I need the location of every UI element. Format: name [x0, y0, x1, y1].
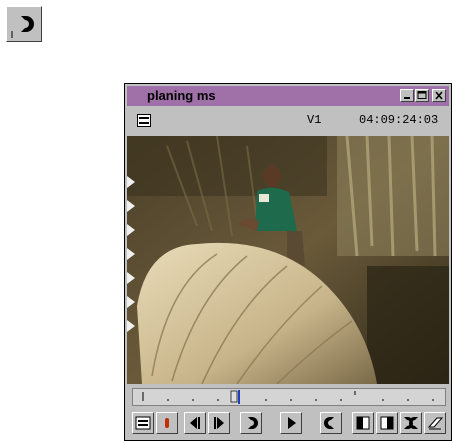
timeline-scrubber[interactable] — [132, 388, 446, 406]
video-image — [127, 136, 449, 384]
video-frame — [127, 136, 449, 384]
window-title: planing ms — [147, 88, 216, 103]
mark-in-button[interactable] — [240, 412, 262, 434]
go-to-out-button[interactable] — [376, 412, 398, 434]
mark-out-icon — [11, 16, 34, 38]
go-to-out-icon — [380, 416, 394, 430]
step-back-button[interactable] — [184, 412, 206, 434]
composer-window: planing ms V1 04:09:24:03 — [124, 83, 452, 441]
play-icon — [288, 417, 296, 429]
step-forward-button[interactable] — [208, 412, 230, 434]
mark-out-button-2[interactable] — [320, 412, 342, 434]
timeline-ruler — [142, 390, 434, 404]
mark-out-button[interactable] — [6, 6, 42, 42]
step-back-icon — [190, 417, 200, 429]
maximize-button[interactable] — [415, 89, 429, 102]
track-label: V1 — [307, 113, 322, 127]
menu-button[interactable] — [132, 412, 154, 434]
info-bar: V1 04:09:24:03 — [127, 106, 449, 136]
transport-controls — [132, 412, 448, 438]
minimize-icon — [404, 97, 410, 99]
step-forward-icon — [214, 417, 224, 429]
title-bar[interactable]: planing ms — [127, 86, 449, 106]
close-icon — [435, 91, 443, 100]
go-to-in-icon — [356, 416, 370, 430]
mark-out-icon — [324, 417, 334, 429]
eraser-button[interactable] — [424, 412, 446, 434]
minimize-button[interactable] — [400, 89, 414, 102]
go-to-in-button[interactable] — [352, 412, 374, 434]
menu-icon — [135, 416, 151, 430]
menu-icon[interactable] — [137, 114, 151, 127]
play-button[interactable] — [280, 412, 302, 434]
mark-in-icon — [248, 417, 258, 429]
clear-marks-button[interactable] — [400, 412, 422, 434]
close-button[interactable] — [432, 89, 446, 102]
record-button[interactable] — [156, 412, 178, 434]
timecode-display: 04:09:24:03 — [359, 113, 439, 127]
clear-marks-icon — [404, 417, 418, 429]
eraser-icon — [427, 417, 444, 430]
maximize-icon — [417, 91, 427, 99]
record-icon — [165, 418, 169, 428]
